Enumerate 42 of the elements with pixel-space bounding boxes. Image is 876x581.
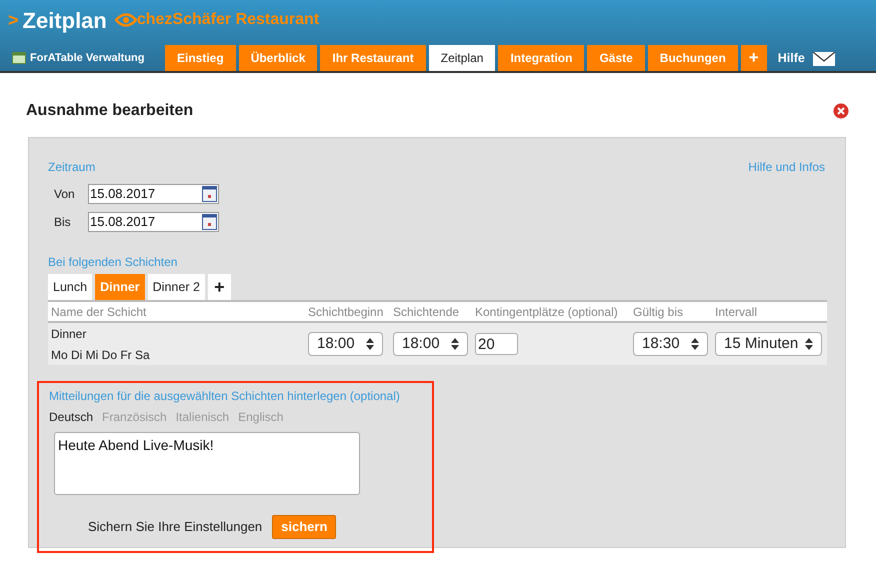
shift-days: Mo Di Mi Do Fr Sa [51,346,308,364]
admin-link[interactable]: ForATable Verwaltung [0,45,165,71]
section-title: Zeitraum [48,159,96,176]
dialog-title: Ausnahme bearbeiten [26,101,194,121]
message-field[interactable]: Heute Abend Live-Musik! [54,432,360,495]
nav-tab[interactable]: Zeitplan [428,45,496,71]
nav-tab[interactable]: Gäste [587,45,645,71]
nav-tab[interactable]: Buchungen [648,45,738,71]
add-shift-button[interactable]: + [208,274,231,300]
save-hint: Sichern Sie Ihre Einstellungen [88,518,262,536]
nav-tab[interactable]: Integration [498,45,584,71]
column-header: Kontingentplätze (optional) [475,304,619,320]
section-title: Mitteilungen für die ausgewählten Schichten hinterlegen (optional) [49,388,401,405]
column-header: Schichtbeginn [308,304,384,320]
help-link[interactable]: Hilfe [770,45,813,71]
date-field[interactable]: 15.08.2017 [88,184,219,204]
restaurant-name: chezSchäfer Restaurant [136,10,320,30]
quota-field[interactable]: 20 [475,333,518,355]
valid-until-select[interactable]: 18:30 [633,332,708,356]
end-time-select[interactable]: 18:00 [393,332,468,356]
shift-tab[interactable]: Lunch [48,274,92,300]
column-header: Gültig bis [633,304,684,320]
header-arrow: > [8,8,19,32]
interval-select[interactable]: 15 Minuten [715,332,822,356]
language-tab[interactable]: Deutsch [49,408,94,426]
nav-tab[interactable]: + [740,45,767,71]
column-header: Name der Schicht [51,304,148,320]
nav-tab[interactable]: Ihr Restaurant [320,45,426,71]
section-title: Bei folgenden Schichten [48,254,178,271]
shift-name: Dinner [51,326,88,342]
nav-tab[interactable]: Überblick [238,45,318,71]
start-time-select[interactable]: 18:00 [308,332,383,356]
date-label: Von [54,186,74,203]
page-title: Zeitplan [22,6,107,35]
date-field[interactable]: 15.08.2017 [88,212,219,232]
date-label: Bis [54,214,72,231]
shift-tab[interactable]: Dinner [95,274,145,300]
column-header: Intervall [715,304,758,320]
nav-tab[interactable]: Einstieg [165,45,236,71]
shift-tab[interactable]: Dinner 2 [148,274,205,300]
save-button[interactable]: sichern [272,515,336,539]
column-header: Schichtende [393,304,460,320]
